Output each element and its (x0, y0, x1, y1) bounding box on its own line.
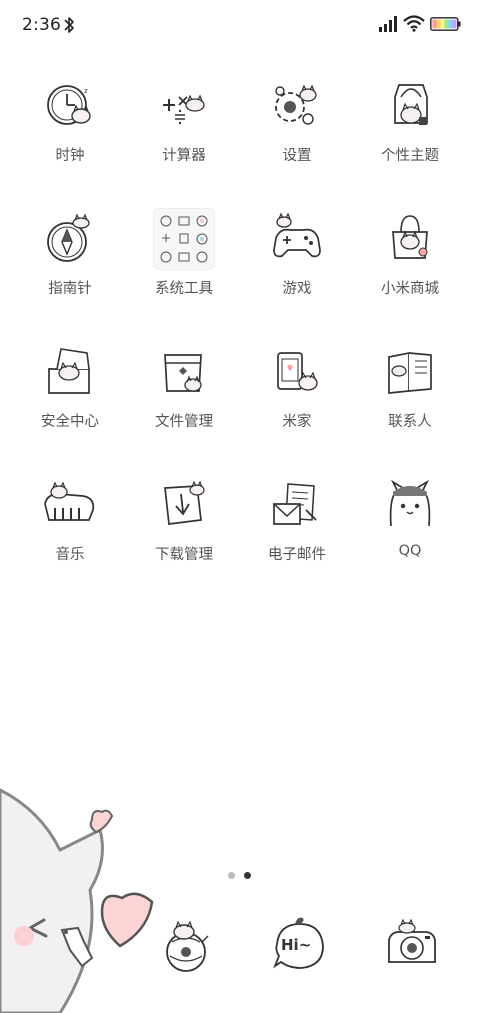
app-label: 下载管理 (155, 547, 213, 563)
svg-text:z: z (84, 87, 88, 95)
email-icon (273, 483, 317, 525)
music-icon (44, 481, 95, 521)
app-label: 电子邮件 (268, 547, 326, 563)
status-time: 2:36 (22, 15, 61, 35)
app-contacts[interactable]: 联系人 (352, 336, 468, 456)
app-clock[interactable]: z 时钟 (12, 70, 128, 190)
app-label: QQ (398, 543, 422, 559)
app-row: 安全中心 文件管理 米家 联系人 (0, 336, 480, 456)
app-game[interactable]: 游戏 (239, 203, 355, 323)
smart-home-icon (277, 352, 318, 391)
hi-text: Hi~ (281, 936, 312, 954)
app-label: 指南针 (48, 281, 92, 297)
file-manager-icon (164, 354, 202, 392)
app-label: 个性主题 (381, 148, 439, 164)
bluetooth-icon (64, 17, 74, 33)
app-system-tools-folder[interactable]: 系统工具 (126, 203, 242, 323)
app-label: 设置 (282, 148, 312, 164)
page-dot-active[interactable] (244, 872, 251, 879)
contacts-book-icon (388, 351, 432, 394)
themes-icon (394, 84, 428, 125)
compass-icon (47, 213, 90, 262)
security-box-icon (48, 348, 90, 394)
status-bar: 2:36 (0, 0, 480, 52)
signal-icon (379, 16, 397, 32)
app-download-manager[interactable]: 下载管理 (126, 469, 242, 589)
download-icon (164, 480, 205, 525)
gamepad-icon (273, 212, 321, 258)
app-label: 联系人 (388, 414, 432, 430)
app-mi-home[interactable]: 米家 (239, 336, 355, 456)
app-label: 系统工具 (155, 281, 213, 297)
settings-icon (275, 84, 317, 125)
phone-cat-icon[interactable] (150, 910, 220, 980)
app-music[interactable]: 音乐 (12, 469, 128, 589)
app-row: 音乐 下载管理 电子邮件 QQ (0, 469, 480, 589)
battery-icon (430, 17, 461, 31)
app-label: 米家 (282, 414, 312, 430)
app-label: 文件管理 (155, 414, 213, 430)
app-qq[interactable]: QQ (352, 469, 468, 589)
app-themes[interactable]: 个性主题 (352, 70, 468, 190)
app-label: 游戏 (282, 281, 312, 297)
app-security-center[interactable]: 安全中心 (12, 336, 128, 456)
app-calculator[interactable]: 计算器 (126, 70, 242, 190)
calculator-icon (163, 94, 205, 125)
wifi-icon (403, 15, 425, 32)
app-label: 小米商城 (381, 281, 439, 297)
app-file-manager[interactable]: 文件管理 (126, 336, 242, 456)
app-label: 计算器 (162, 148, 206, 164)
app-mi-store[interactable]: 小米商城 (352, 203, 468, 323)
app-row: 指南针 系统工具 游戏 小米商城 (0, 203, 480, 323)
page-indicator[interactable] (224, 872, 256, 880)
shopping-bag-icon (392, 215, 428, 259)
app-compass[interactable]: 指南针 (12, 203, 128, 323)
dock: Hi~ (0, 910, 480, 990)
camera-icon[interactable] (377, 910, 447, 980)
app-row: z 时钟 计算器 设置 个性主题 (0, 70, 480, 190)
folder-icon (153, 208, 215, 270)
app-label: 时钟 (55, 148, 85, 164)
app-email[interactable]: 电子邮件 (239, 469, 355, 589)
messages-hi-icon[interactable]: Hi~ (265, 910, 335, 980)
page-dot[interactable] (228, 872, 235, 879)
clock-icon: z (47, 85, 91, 125)
app-label: 音乐 (55, 547, 85, 563)
qq-icon (389, 479, 431, 527)
app-label: 安全中心 (41, 414, 99, 430)
app-settings[interactable]: 设置 (239, 70, 355, 190)
